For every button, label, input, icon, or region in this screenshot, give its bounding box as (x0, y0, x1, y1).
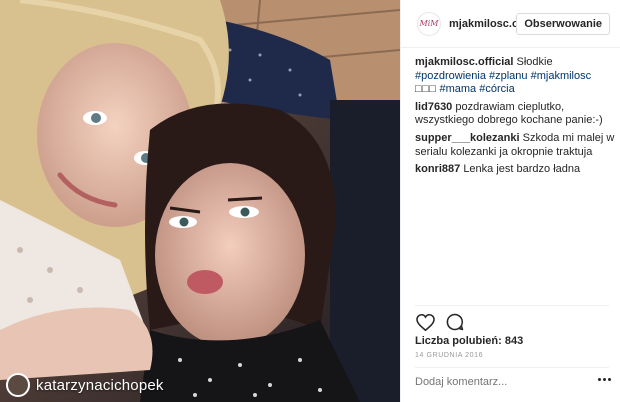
divider (415, 305, 609, 306)
comment-user[interactable]: supper___kolezanki (415, 132, 520, 144)
comment-item: lid7630 pozdrawiam cieplutko, wszystkieg… (415, 101, 615, 128)
hashtag[interactable]: #mjakmilosc (531, 70, 592, 82)
caption: mjakmilosc.official Słodkie #pozdrowieni… (415, 56, 615, 97)
repost-avatar (6, 373, 30, 397)
hashtag[interactable]: #pozdrowienia (415, 70, 486, 82)
repost-name: katarzynacichopek (36, 376, 164, 394)
divider (415, 367, 609, 368)
caption-user[interactable]: mjakmilosc.official (415, 56, 513, 68)
account-handle[interactable]: mjakmilosc.off (449, 18, 526, 30)
add-comment-input[interactable] (415, 376, 575, 388)
comment-user[interactable]: lid7630 (415, 101, 452, 113)
post-header: MiM mjakmilosc.off Obserwowanie (401, 0, 620, 48)
comments-list: mjakmilosc.official Słodkie #pozdrowieni… (415, 56, 615, 181)
comment-item: supper___kolezanki Szkoda mi malej w ser… (415, 132, 615, 159)
comment-text: Lenka jest bardzo ładna (463, 163, 581, 176)
post-actions (415, 312, 465, 332)
more-options-icon[interactable] (598, 378, 611, 381)
likes-count[interactable]: Liczba polubień: 843 (415, 335, 523, 347)
hashtag[interactable]: #zplanu (489, 70, 528, 82)
following-button[interactable]: Obserwowanie (516, 13, 610, 35)
post-date[interactable]: 14 GRUDNIA 2016 (415, 352, 483, 359)
post-sidebar: MiM mjakmilosc.off Obserwowanie mjakmilo… (400, 0, 620, 402)
caption-text: Słodkie (516, 56, 553, 68)
hashtag[interactable]: #mama (440, 83, 477, 95)
comment-icon[interactable] (445, 312, 465, 332)
account-logo-text: MiM (419, 19, 439, 28)
post-photo-image (0, 0, 400, 402)
comment-item: konri887 Lenka jest bardzo ładna (415, 163, 615, 177)
hashtag[interactable]: #córcia (479, 83, 514, 95)
heart-icon[interactable] (415, 312, 435, 332)
account-avatar[interactable]: MiM (417, 11, 441, 36)
comment-user[interactable]: konri887 (415, 163, 460, 175)
post-photo[interactable]: katarzynacichopek (0, 0, 400, 402)
emoji-placeholder: □□□ (415, 83, 437, 96)
repost-tag[interactable]: katarzynacichopek (0, 368, 164, 402)
